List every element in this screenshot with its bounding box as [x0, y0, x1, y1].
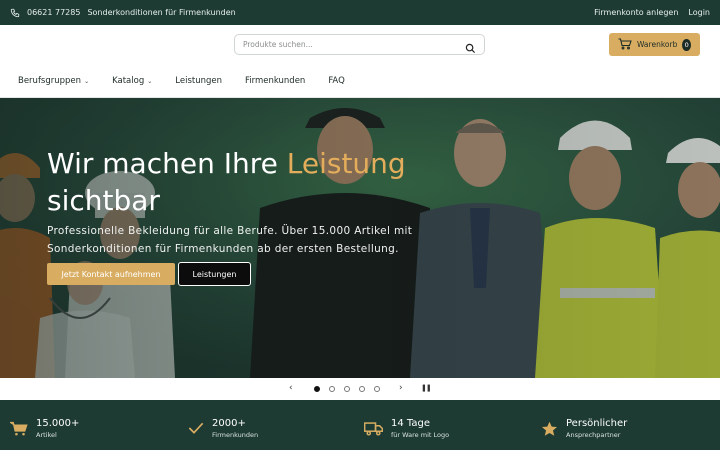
nav-item-faq[interactable]: FAQ [328, 76, 344, 86]
hero-title-start: Wir machen Ihre [47, 147, 287, 180]
check-icon [188, 422, 204, 434]
services-button[interactable]: Leistungen [178, 262, 251, 286]
feature-item: 2000+ Firmenkunden [188, 418, 258, 440]
hero-title: Wir machen Ihre Leistung sichtbar [47, 145, 467, 219]
truck-icon [364, 422, 383, 436]
search-input[interactable] [243, 40, 465, 49]
feature-value: 2000+ [212, 418, 246, 429]
top-bar-contact: 06621 77285 Sonderkonditionen für Firmen… [10, 8, 236, 18]
cart-icon [10, 421, 28, 436]
feature-label: Artikel [36, 431, 57, 439]
feature-item: 14 Tage für Ware mit Logo [364, 418, 449, 440]
hero-title-end: sichtbar [47, 184, 160, 217]
feature-value: Persönlicher [566, 418, 628, 429]
carousel-dot[interactable] [374, 386, 380, 392]
chevron-down-icon: ⌄ [147, 77, 153, 85]
nav-item-label: FAQ [328, 76, 345, 86]
nav-item-label: Firmenkunden [245, 76, 306, 86]
nav-item-label: Katalog [112, 76, 145, 86]
feature-item: 15.000+ Artikel [10, 418, 79, 440]
carousel-dot[interactable] [344, 386, 350, 392]
header: Warenkorb 0 [0, 25, 720, 65]
feature-value: 15.000+ [36, 418, 80, 429]
cart-label: Warenkorb [637, 40, 678, 49]
carousel-dot[interactable] [314, 386, 320, 392]
cart-icon [618, 37, 632, 52]
chevron-down-icon: ⌄ [84, 77, 90, 85]
nav-item-label: Leistungen [175, 76, 222, 86]
create-account-link[interactable]: Firmenkonto anlegen [594, 8, 678, 17]
hero-banner: Wir machen Ihre Leistung sichtbar Profes… [0, 98, 720, 378]
contact-button[interactable]: Jetzt Kontakt aufnehmen [47, 263, 175, 285]
carousel-controls: ‹ › ❚❚ [0, 378, 720, 400]
phone-number[interactable]: 06621 77285 [27, 8, 80, 17]
chevron-right-icon[interactable]: › [399, 383, 403, 393]
carousel-dot[interactable] [329, 386, 335, 392]
cart-count-badge: 0 [682, 38, 691, 51]
hero-subtitle: Professionelle Bekleidung für alle Beruf… [47, 225, 413, 255]
feature-label: Firmenkunden [212, 431, 259, 439]
cart-button[interactable]: Warenkorb 0 [609, 33, 700, 56]
chevron-left-icon[interactable]: ‹ [289, 383, 293, 393]
nav-item-berufsgruppen[interactable]: Berufsgruppen ⌄ [18, 76, 89, 86]
pause-icon[interactable]: ❚❚ [421, 384, 432, 392]
feature-label: für Ware mit Logo [391, 431, 450, 439]
nav-item-firmenkunden[interactable]: Firmenkunden [245, 76, 305, 86]
search-icon[interactable] [465, 39, 476, 54]
phone-icon [10, 8, 20, 18]
nav-item-leistungen[interactable]: Leistungen [175, 76, 222, 86]
main-nav: Berufsgruppen ⌄ Katalog ⌄ Leistungen Fir… [0, 65, 720, 98]
feature-item: Persönlicher Ansprechpartner [541, 418, 627, 440]
feature-value: 14 Tage [391, 418, 430, 429]
feature-label: Ansprechpartner [566, 431, 621, 439]
carousel-dot[interactable] [359, 386, 365, 392]
login-link[interactable]: Login [688, 8, 710, 17]
hero-title-accent: Leistung [286, 147, 406, 180]
nav-item-katalog[interactable]: Katalog ⌄ [112, 76, 152, 86]
star-icon [541, 421, 558, 436]
top-bar: 06621 77285 Sonderkonditionen für Firmen… [0, 0, 720, 25]
features-bar: 15.000+ Artikel 2000+ Firmenkunden 14 Ta… [0, 400, 720, 450]
promo-text: Sonderkonditionen für Firmenkunden [87, 8, 236, 17]
search-box[interactable] [234, 34, 485, 55]
nav-item-label: Berufsgruppen [18, 76, 82, 86]
